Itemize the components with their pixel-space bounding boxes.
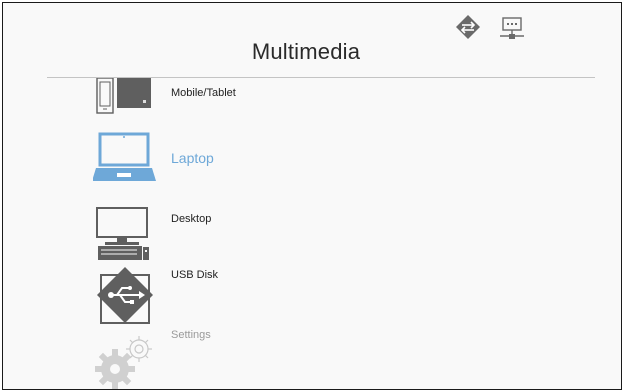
desktop-icon — [93, 207, 153, 268]
usb-disk-icon — [93, 265, 155, 332]
page-title: Multimedia — [251, 39, 361, 64]
multimedia-screen: Multimedia Mobile/Tablet Laptop Desktop … — [2, 2, 622, 390]
laptop-icon — [92, 132, 157, 187]
menu-item-label: Desktop — [171, 213, 212, 225]
menu-item-label: Laptop — [171, 150, 214, 166]
settings-gear-icon — [93, 335, 159, 389]
menu-item-label: Settings — [171, 329, 211, 341]
menu-item-label: USB Disk — [171, 269, 219, 281]
menu-item-label: Mobile/Tablet — [171, 87, 236, 99]
mobile-tablet-icon — [93, 77, 153, 121]
